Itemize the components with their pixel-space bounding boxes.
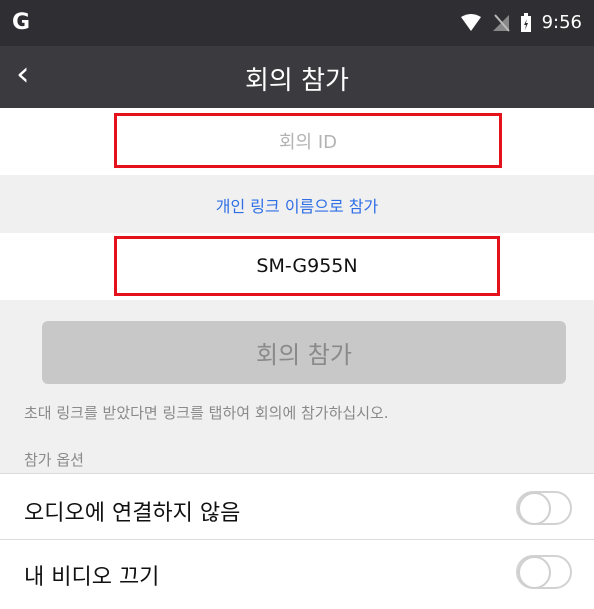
toggle-knob	[518, 492, 551, 525]
status-time: 9:56	[541, 12, 582, 33]
status-bar: G 9:56	[0, 0, 594, 46]
video-off-toggle[interactable]	[516, 555, 572, 589]
option-label-audio: 오디오에 연결하지 않음	[24, 501, 241, 526]
join-options-section-label: 참가 옵션	[24, 451, 84, 469]
option-label-video: 내 비디오 끄기	[24, 565, 160, 590]
page-title: 회의 참가	[245, 66, 349, 96]
options-list: 오디오에 연결하지 않음 내 비디오 끄기	[0, 473, 594, 609]
app-icon: G	[12, 10, 31, 35]
toggle-knob	[518, 556, 551, 589]
meeting-id-row: 회의 ID	[0, 108, 594, 175]
display-name-input[interactable]: SM-G955N	[114, 236, 500, 296]
meeting-id-input[interactable]: 회의 ID	[114, 113, 502, 168]
battery-icon	[520, 12, 531, 32]
name-row: SM-G955N	[0, 233, 594, 300]
no-audio-toggle[interactable]	[516, 491, 572, 525]
join-meeting-button[interactable]: 회의 참가	[42, 321, 566, 384]
divider	[0, 473, 594, 474]
nav-bar: ‹ 회의 참가	[0, 46, 594, 108]
wifi-icon	[460, 13, 481, 31]
meeting-id-placeholder: 회의 ID	[278, 131, 337, 153]
status-icons: 9:56	[460, 12, 582, 33]
invite-link-hint: 초대 링크를 받았다면 링크를 탭하여 회의에 참가하십시오.	[24, 404, 389, 422]
display-name-value: SM-G955N	[256, 255, 358, 277]
signal-icon	[492, 13, 510, 32]
divider	[0, 539, 594, 540]
personal-link-join-link[interactable]: 개인 링크 이름으로 참가	[0, 193, 594, 217]
